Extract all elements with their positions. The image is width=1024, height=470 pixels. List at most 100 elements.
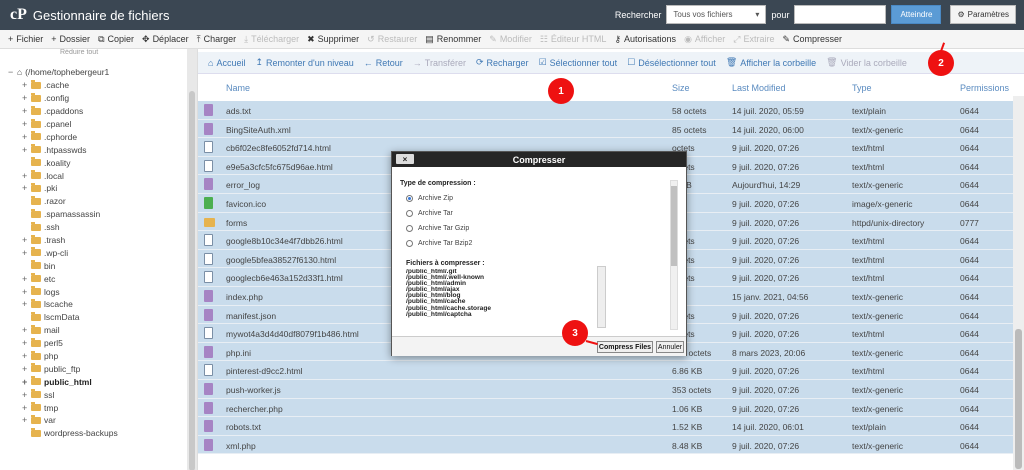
- tree-item[interactable]: lscmData: [22, 311, 118, 324]
- toolbar-key-button[interactable]: ⚷ Autorisations: [614, 34, 676, 45]
- settings-button[interactable]: ⚙ Paramètres: [950, 5, 1016, 24]
- nav-checkbox-button[interactable]: ☑ Sélectionner tout: [539, 57, 618, 68]
- collapse-all-link[interactable]: Réduire tout: [0, 49, 197, 61]
- table-row[interactable]: rechercher.php 1.06 KB 9 juil. 2020, 07:26…: [198, 398, 1013, 418]
- radio-button[interactable]: [406, 210, 413, 217]
- tree-item[interactable]: + php: [22, 350, 118, 363]
- expand-icon[interactable]: +: [22, 325, 31, 335]
- expand-icon[interactable]: +: [22, 235, 31, 245]
- column-name[interactable]: Name: [226, 83, 250, 93]
- toolbar-plus-button[interactable]: + Dossier: [51, 34, 90, 44]
- expand-icon[interactable]: +: [22, 106, 31, 116]
- expand-icon[interactable]: +: [22, 119, 31, 129]
- expand-icon[interactable]: +: [22, 93, 31, 103]
- column-type[interactable]: Type: [852, 83, 872, 93]
- toolbar-eye-button[interactable]: ◉ Afficher: [684, 34, 725, 45]
- expand-icon[interactable]: +: [22, 80, 31, 90]
- compress-files-button[interactable]: Compress Files: [597, 341, 653, 353]
- column-permissions[interactable]: Permissions: [960, 83, 1009, 93]
- table-row[interactable]: pinterest-d9cc2.html 6.86 KB 9 juil. 2020,…: [198, 361, 1013, 380]
- tree-item[interactable]: wordpress-backups: [22, 427, 118, 440]
- tree-item[interactable]: − ⌂ (/home/tophebergeur1: [8, 66, 118, 79]
- expand-icon[interactable]: +: [22, 171, 31, 181]
- toolbar-upload-button[interactable]: ⤒ Charger: [197, 34, 237, 45]
- expand-icon[interactable]: +: [22, 299, 31, 309]
- search-scope-select[interactable]: Tous vos fichiers ▾: [666, 5, 767, 24]
- tree-item[interactable]: + public_ftp: [22, 362, 118, 375]
- toolbar-delete-button[interactable]: ✖ Supprimer: [307, 34, 359, 45]
- tree-item[interactable]: + ssl: [22, 388, 118, 401]
- expand-icon[interactable]: +: [22, 377, 31, 387]
- tree-item[interactable]: .razor: [22, 195, 118, 208]
- expand-icon[interactable]: +: [22, 351, 31, 361]
- toolbar-compress-button[interactable]: ✎ Compresser: [783, 34, 843, 45]
- nav-home-button[interactable]: ⌂ Accueil: [208, 58, 245, 68]
- tree-item[interactable]: bin: [22, 259, 118, 272]
- expand-icon[interactable]: +: [22, 403, 31, 413]
- column-size[interactable]: Size: [672, 83, 690, 93]
- tree-item[interactable]: + var: [22, 414, 118, 427]
- table-row[interactable]: xml.php 8.48 KB 9 juil. 2020, 07:26 text/x-…: [198, 435, 1013, 455]
- toolbar-download-button[interactable]: ⤓ Télécharger: [244, 34, 299, 45]
- expand-icon[interactable]: +: [22, 287, 31, 297]
- toolbar-extract-button[interactable]: ⤢ Extraire: [733, 34, 774, 45]
- table-row[interactable]: push-worker.js 353 octets 9 juil. 2020, 07…: [198, 380, 1013, 399]
- toolbar-plus-button[interactable]: + Fichier: [8, 34, 43, 44]
- expand-icon[interactable]: +: [22, 364, 31, 374]
- nav-arrow-left-button[interactable]: ← Retour: [364, 58, 403, 68]
- expand-icon[interactable]: +: [22, 390, 31, 400]
- toolbar-pencil-button[interactable]: ✎ Modifier: [489, 34, 532, 45]
- expand-icon[interactable]: +: [22, 338, 31, 348]
- toolbar-rename-button[interactable]: ▤ Renommer: [425, 34, 481, 45]
- compression-option[interactable]: Archive Tar Gzip: [406, 221, 670, 236]
- tree-item[interactable]: .spamassassin: [22, 208, 118, 221]
- expand-icon[interactable]: +: [22, 145, 31, 155]
- nav-checkbox-empty-button[interactable]: ☐ Désélectionner tout: [627, 57, 716, 68]
- column-last-modified[interactable]: Last Modified: [732, 83, 786, 93]
- nav-arrow-right-button[interactable]: → Transférer: [413, 58, 466, 68]
- compression-option[interactable]: Archive Zip: [406, 191, 670, 206]
- expand-icon[interactable]: +: [22, 132, 31, 142]
- tree-item[interactable]: + .cpanel: [22, 118, 118, 131]
- table-row[interactable]: BingSiteAuth.xml 85 octets 14 juil. 2020, …: [198, 119, 1013, 139]
- toolbar-copy-button[interactable]: ⧉ Copier: [98, 34, 134, 45]
- table-row[interactable]: ads.txt 58 octets 14 juil. 2020, 05:59 text…: [198, 101, 1013, 120]
- sidebar-scroll-thumb[interactable]: [189, 91, 195, 470]
- radio-button[interactable]: [406, 240, 413, 247]
- toolbar-move-button[interactable]: ✥ Déplacer: [142, 34, 189, 45]
- close-icon[interactable]: ×: [396, 154, 414, 164]
- tree-item[interactable]: + perl5: [22, 337, 118, 350]
- tree-item[interactable]: + .cache: [22, 79, 118, 92]
- tree-item[interactable]: + .config: [22, 92, 118, 105]
- expand-icon[interactable]: +: [22, 248, 31, 258]
- expand-icon[interactable]: +: [22, 183, 31, 193]
- tree-item[interactable]: + .wp-cli: [22, 246, 118, 259]
- tree-item[interactable]: + .local: [22, 169, 118, 182]
- search-input[interactable]: [794, 5, 887, 24]
- toolbar-restore-button[interactable]: ↺ Restaurer: [367, 34, 417, 45]
- tree-item[interactable]: + .cpaddons: [22, 105, 118, 118]
- tree-item[interactable]: + .htpasswds: [22, 143, 118, 156]
- tree-item[interactable]: + public_html: [22, 375, 118, 388]
- tree-item[interactable]: + .cphorde: [22, 130, 118, 143]
- radio-button[interactable]: [406, 225, 413, 232]
- toolbar-html-editor-button[interactable]: ☷ Éditeur HTML: [540, 34, 607, 45]
- collapse-icon[interactable]: −: [8, 67, 17, 77]
- go-button[interactable]: Atteindre: [891, 5, 942, 24]
- tree-item[interactable]: + etc: [22, 272, 118, 285]
- tree-item[interactable]: + .pki: [22, 182, 118, 195]
- cancel-button[interactable]: Annuler: [656, 341, 684, 353]
- compression-option[interactable]: Archive Tar Bzip2: [406, 236, 670, 251]
- tree-item[interactable]: + .trash: [22, 234, 118, 247]
- file-list-inner-scrollbar[interactable]: [597, 266, 606, 328]
- tree-item[interactable]: + mail: [22, 324, 118, 337]
- tree-item[interactable]: + lscache: [22, 298, 118, 311]
- compression-option[interactable]: Archive Tar: [406, 206, 670, 221]
- tree-item[interactable]: + tmp: [22, 401, 118, 414]
- table-row[interactable]: robots.txt 1.52 KB 14 juil. 2020, 06:01 tex…: [198, 417, 1013, 436]
- tree-item[interactable]: .ssh: [22, 221, 118, 234]
- expand-icon[interactable]: +: [22, 274, 31, 284]
- file-list-scroll-thumb[interactable]: [1015, 329, 1022, 469]
- tree-item[interactable]: .koality: [22, 156, 118, 169]
- nav-level-up-button[interactable]: ↥ Remonter d'un niveau: [255, 57, 353, 68]
